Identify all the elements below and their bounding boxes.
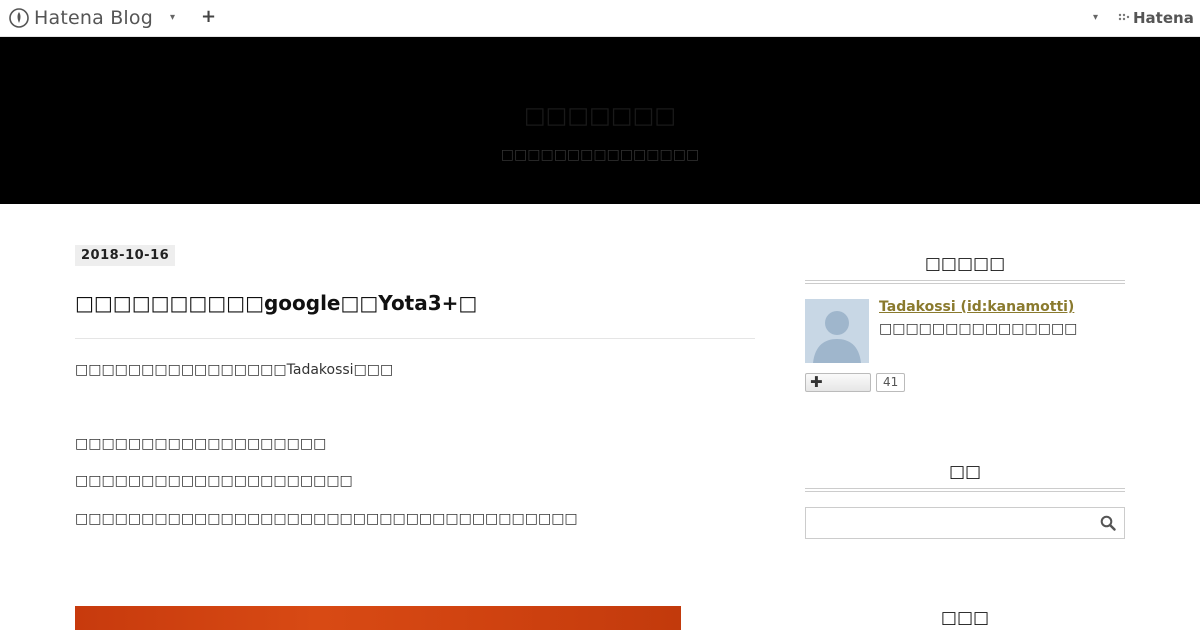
search-input[interactable] [806, 508, 1094, 538]
entry-title[interactable]: □□□□□□□□□□google□□Yota3+□ [75, 291, 477, 315]
heading-rule [805, 488, 1125, 492]
entry-paragraph: □□□□□□□□□□□□□□□□□□□ [75, 436, 327, 452]
hatena-dots-icon [1118, 13, 1130, 21]
heading-rule [805, 280, 1125, 284]
hatena-blog-pen-icon [9, 8, 29, 28]
search-heading: □□ [948, 462, 982, 482]
hatena-brand-text: Hatena [1133, 9, 1194, 27]
entry-image [75, 606, 681, 630]
entry-paragraph: □□□□□□□□□□□□□□□□□□□□□□□□□□□□□□□□□□□□□□ [75, 511, 578, 527]
plus-icon: ✚ [810, 373, 823, 391]
top-navbar: Hatena Blog ▾ + ▾ Hatena [0, 0, 1200, 37]
entry-date[interactable]: 2018-10-16 [75, 245, 176, 266]
profile-name-link[interactable]: Tadakossi (id:kanamotti) [879, 299, 1074, 315]
search-box [805, 507, 1125, 539]
hatena-blog-logo[interactable]: Hatena Blog [9, 7, 153, 29]
default-user-avatar-icon[interactable] [805, 299, 869, 363]
follower-count: 41 [876, 373, 906, 392]
sidebar-section-heading: □□□ [940, 608, 990, 628]
entry-divider [75, 338, 755, 339]
entry-paragraph: □□□□□□□□□□□□□□□□□□□□□ [75, 473, 353, 489]
hatena-brand-link[interactable]: Hatena [1118, 9, 1194, 27]
blog-header-banner: □□□□□□□ □□□□□□□□□□□□□□□ [0, 37, 1200, 204]
follow-button[interactable]: ✚ [805, 373, 871, 392]
profile-heading: □□□□□ [924, 254, 1006, 274]
blog-menu-dropdown[interactable]: ▾ [170, 12, 175, 23]
blog-title[interactable]: □□□□□□□ [0, 103, 1200, 129]
profile-description: □□□□□□□□□□□□□□□ [879, 321, 1078, 337]
logo-text: Hatena Blog [34, 7, 153, 29]
entry-paragraph: □□□□□□□□□□□□□□□□Tadakossi□□□ [75, 362, 394, 378]
user-menu-dropdown[interactable]: ▾ [1093, 12, 1098, 23]
add-entry-button[interactable]: + [201, 6, 216, 27]
search-icon[interactable] [1100, 515, 1116, 531]
blog-description: □□□□□□□□□□□□□□□ [500, 147, 700, 163]
